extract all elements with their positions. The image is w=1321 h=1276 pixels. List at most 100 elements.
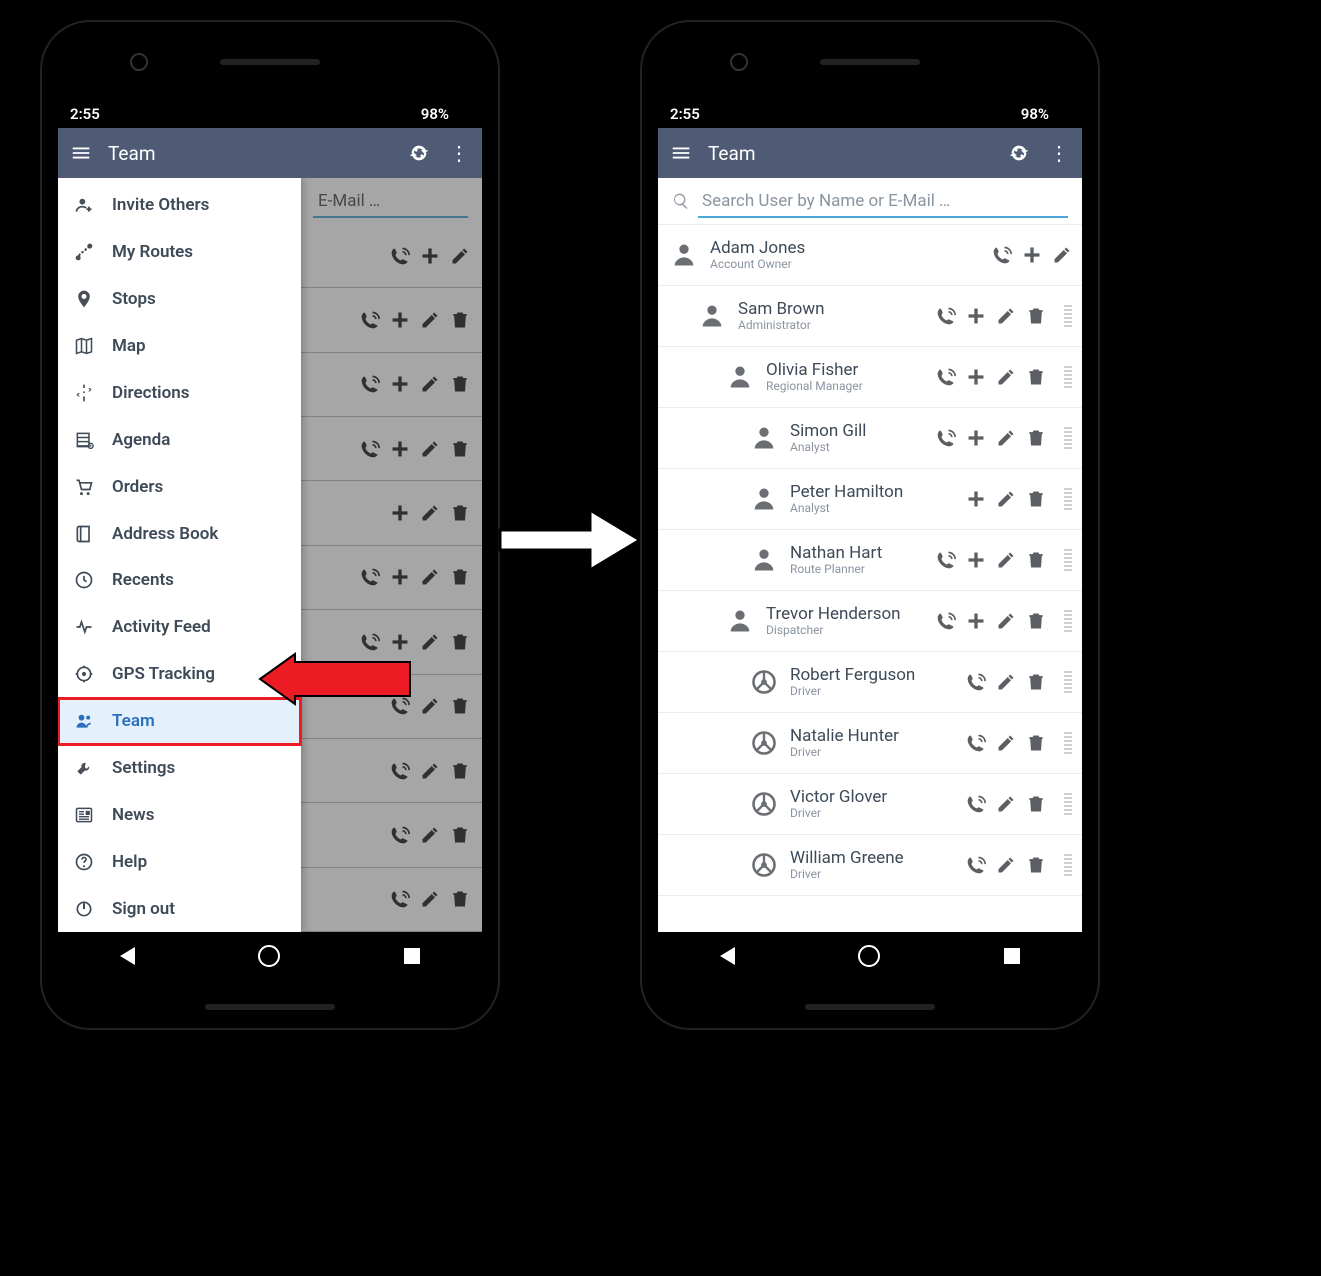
menu-button[interactable]	[68, 140, 94, 166]
delete-button[interactable]	[1026, 306, 1046, 326]
add-button[interactable]	[966, 428, 986, 448]
overflow-menu-button[interactable]: ⋮	[1046, 140, 1072, 166]
team-row[interactable]: Simon Gill Analyst	[658, 408, 1082, 469]
drawer-item-directions[interactable]: Directions	[58, 370, 301, 417]
edit-button[interactable]	[996, 733, 1016, 753]
team-row[interactable]: Victor Glover Driver	[658, 774, 1082, 835]
team-row[interactable]: Peter Hamilton Analyst	[658, 469, 1082, 530]
team-row[interactable]: Sam Brown Administrator	[658, 286, 1082, 347]
drag-handle[interactable]	[1064, 366, 1072, 388]
drag-handle[interactable]	[1064, 610, 1072, 632]
avatar-icon	[750, 546, 778, 574]
device-right: 2:55 98% Team ⋮ Search User by Name or E…	[640, 20, 1100, 1030]
delete-button[interactable]	[1026, 489, 1046, 509]
sync-button[interactable]	[1006, 140, 1032, 166]
nav-home-button[interactable]	[258, 945, 280, 967]
drag-handle[interactable]	[1064, 488, 1072, 510]
screen-content-right: Search User by Name or E-Mail … Adam Jon…	[658, 178, 1082, 932]
drag-handle[interactable]	[1064, 732, 1072, 754]
edit-button[interactable]	[996, 489, 1016, 509]
call-button[interactable]	[936, 367, 956, 387]
call-button[interactable]	[966, 794, 986, 814]
menu-button[interactable]	[668, 140, 694, 166]
team-row[interactable]: Robert Ferguson Driver	[658, 652, 1082, 713]
edit-button[interactable]	[996, 672, 1016, 692]
team-row[interactable]: Natalie Hunter Driver	[658, 713, 1082, 774]
drawer-item-recents[interactable]: Recents	[58, 557, 301, 604]
edit-button[interactable]	[1052, 245, 1072, 265]
drawer-item-stops[interactable]: Stops	[58, 276, 301, 323]
drawer-item-my-routes[interactable]: My Routes	[58, 229, 301, 276]
delete-button[interactable]	[1026, 733, 1046, 753]
add-button[interactable]	[966, 306, 986, 326]
nav-recents-button[interactable]	[404, 948, 420, 964]
team-row[interactable]: Olivia Fisher Regional Manager	[658, 347, 1082, 408]
edit-button[interactable]	[996, 428, 1016, 448]
drawer-item-help[interactable]: Help	[58, 838, 301, 885]
call-button[interactable]	[936, 306, 956, 326]
drag-handle[interactable]	[1064, 793, 1072, 815]
drawer-item-map[interactable]: Map	[58, 323, 301, 370]
edit-button[interactable]	[996, 550, 1016, 570]
delete-button[interactable]	[1026, 855, 1046, 875]
drawer-item-address-book[interactable]: Address Book	[58, 510, 301, 557]
drawer-item-label: Directions	[112, 383, 189, 403]
call-button[interactable]	[966, 855, 986, 875]
avatar-icon	[750, 424, 778, 452]
delete-button[interactable]	[1026, 367, 1046, 387]
edit-button[interactable]	[996, 367, 1016, 387]
nav-back-button[interactable]	[120, 947, 135, 965]
search-bar[interactable]: Search User by Name or E-Mail …	[658, 178, 1082, 225]
team-user-role: Driver	[790, 685, 915, 698]
edit-button[interactable]	[996, 794, 1016, 814]
drawer-item-sign-out[interactable]: Sign out	[58, 885, 301, 932]
add-button[interactable]	[966, 367, 986, 387]
nav-recents-button[interactable]	[1004, 948, 1020, 964]
drawer-item-settings[interactable]: Settings	[58, 745, 301, 792]
team-user-name: Victor Glover	[790, 788, 887, 807]
team-row[interactable]: Adam Jones Account Owner	[658, 225, 1082, 286]
team-row[interactable]: Nathan Hart Route Planner	[658, 530, 1082, 591]
edit-button[interactable]	[996, 611, 1016, 631]
nav-back-button[interactable]	[720, 947, 735, 965]
team-user-name: Robert Ferguson	[790, 666, 915, 685]
delete-button[interactable]	[1026, 794, 1046, 814]
add-button[interactable]	[1022, 245, 1042, 265]
drag-handle[interactable]	[1064, 671, 1072, 693]
call-button[interactable]	[966, 672, 986, 692]
call-button[interactable]	[992, 245, 1012, 265]
add-button[interactable]	[966, 611, 986, 631]
team-user-role: Administrator	[738, 319, 825, 332]
team-row[interactable]: William Greene Driver	[658, 835, 1082, 896]
avatar-icon	[726, 363, 754, 391]
drag-handle[interactable]	[1064, 305, 1072, 327]
drag-handle[interactable]	[1064, 549, 1072, 571]
delete-button[interactable]	[1026, 428, 1046, 448]
delete-button[interactable]	[1026, 550, 1046, 570]
drawer-item-invite-others[interactable]: Invite Others	[58, 182, 301, 229]
book-icon	[74, 524, 94, 544]
call-button[interactable]	[936, 611, 956, 631]
drawer-item-activity-feed[interactable]: Activity Feed	[58, 604, 301, 651]
add-button[interactable]	[966, 489, 986, 509]
nav-home-button[interactable]	[858, 945, 880, 967]
call-button[interactable]	[936, 550, 956, 570]
team-row[interactable]: Trevor Henderson Dispatcher	[658, 591, 1082, 652]
edit-button[interactable]	[996, 306, 1016, 326]
overflow-menu-button[interactable]: ⋮	[446, 140, 472, 166]
delete-button[interactable]	[1026, 611, 1046, 631]
drawer-item-news[interactable]: News	[58, 791, 301, 838]
call-button[interactable]	[966, 733, 986, 753]
team-user-role: Analyst	[790, 441, 866, 454]
add-button[interactable]	[966, 550, 986, 570]
edit-button[interactable]	[996, 855, 1016, 875]
drawer-item-agenda[interactable]: Agenda	[58, 416, 301, 463]
sync-button[interactable]	[406, 140, 432, 166]
drag-handle[interactable]	[1064, 854, 1072, 876]
call-button[interactable]	[936, 428, 956, 448]
drawer-item-orders[interactable]: Orders	[58, 463, 301, 510]
delete-button[interactable]	[1026, 672, 1046, 692]
drag-handle[interactable]	[1064, 427, 1072, 449]
help-icon	[74, 852, 94, 872]
team-user-name: Peter Hamilton	[790, 483, 903, 502]
